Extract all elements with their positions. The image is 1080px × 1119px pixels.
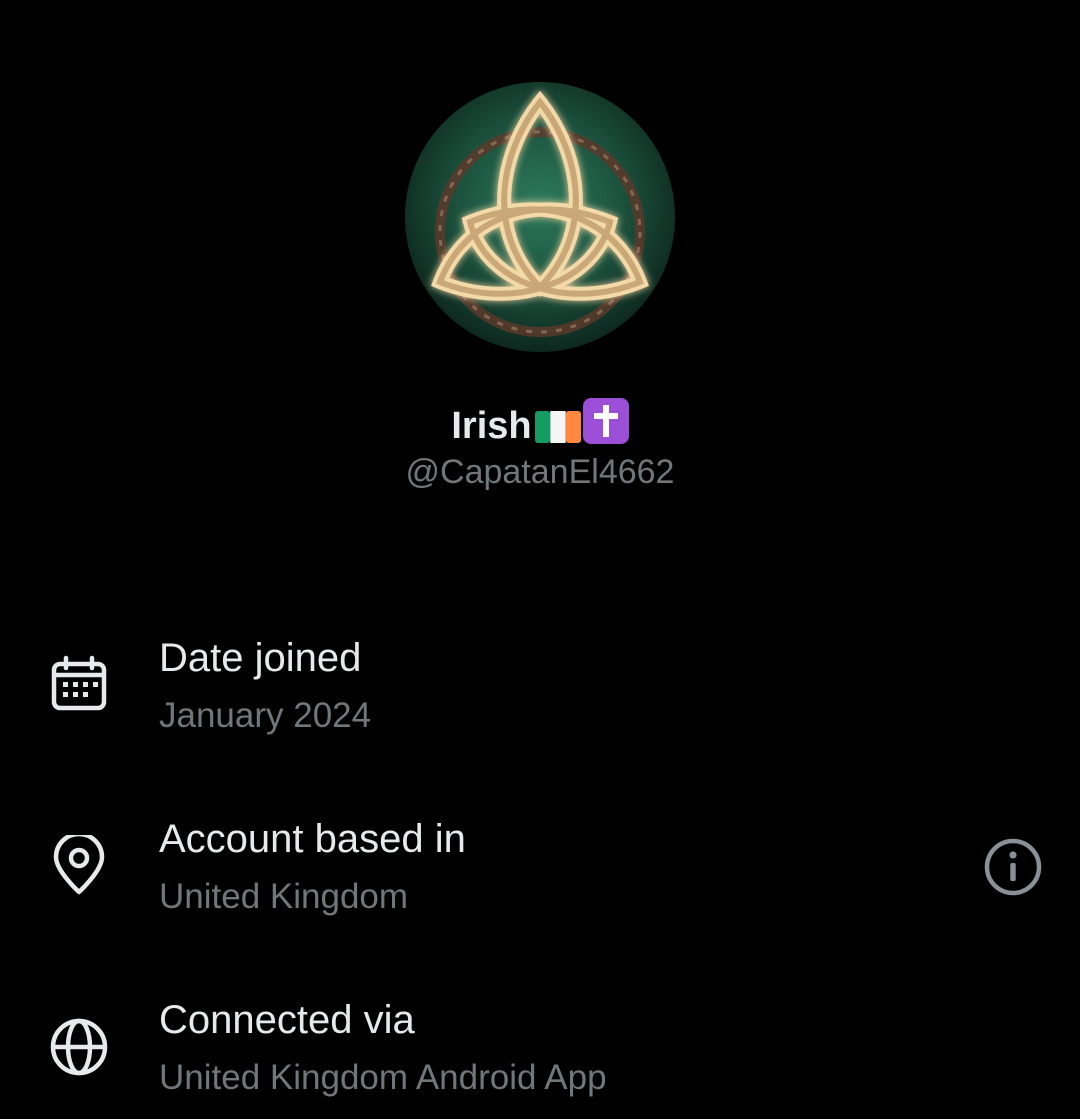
account-based-in-row: Account based in United Kingdom: [0, 808, 1080, 938]
connected-via-value: United Kingdom Android App: [159, 1058, 607, 1097]
info-icon[interactable]: [982, 836, 1044, 898]
user-handle: @CapatanEl4662: [405, 453, 675, 491]
date-joined-label: Date joined: [159, 636, 362, 680]
display-name: Irish: [0, 398, 1080, 458]
latin-cross-icon: [582, 398, 629, 458]
connected-via-label: Connected via: [159, 998, 415, 1042]
display-name-text: Irish: [451, 405, 532, 447]
connected-via-row: Connected via United Kingdom Android App: [0, 989, 1080, 1119]
date-joined-row: Date joined January 2024: [0, 628, 1080, 758]
calendar-icon: [48, 654, 110, 716]
avatar[interactable]: [405, 82, 675, 352]
celtic-trinity-knot-image: [405, 82, 675, 352]
globe-icon: [48, 1016, 110, 1078]
location-pin-icon: [48, 831, 110, 897]
account-based-in-value: United Kingdom: [159, 877, 409, 916]
account-based-in-label: Account based in: [159, 817, 466, 861]
date-joined-value: January 2024: [159, 696, 372, 735]
